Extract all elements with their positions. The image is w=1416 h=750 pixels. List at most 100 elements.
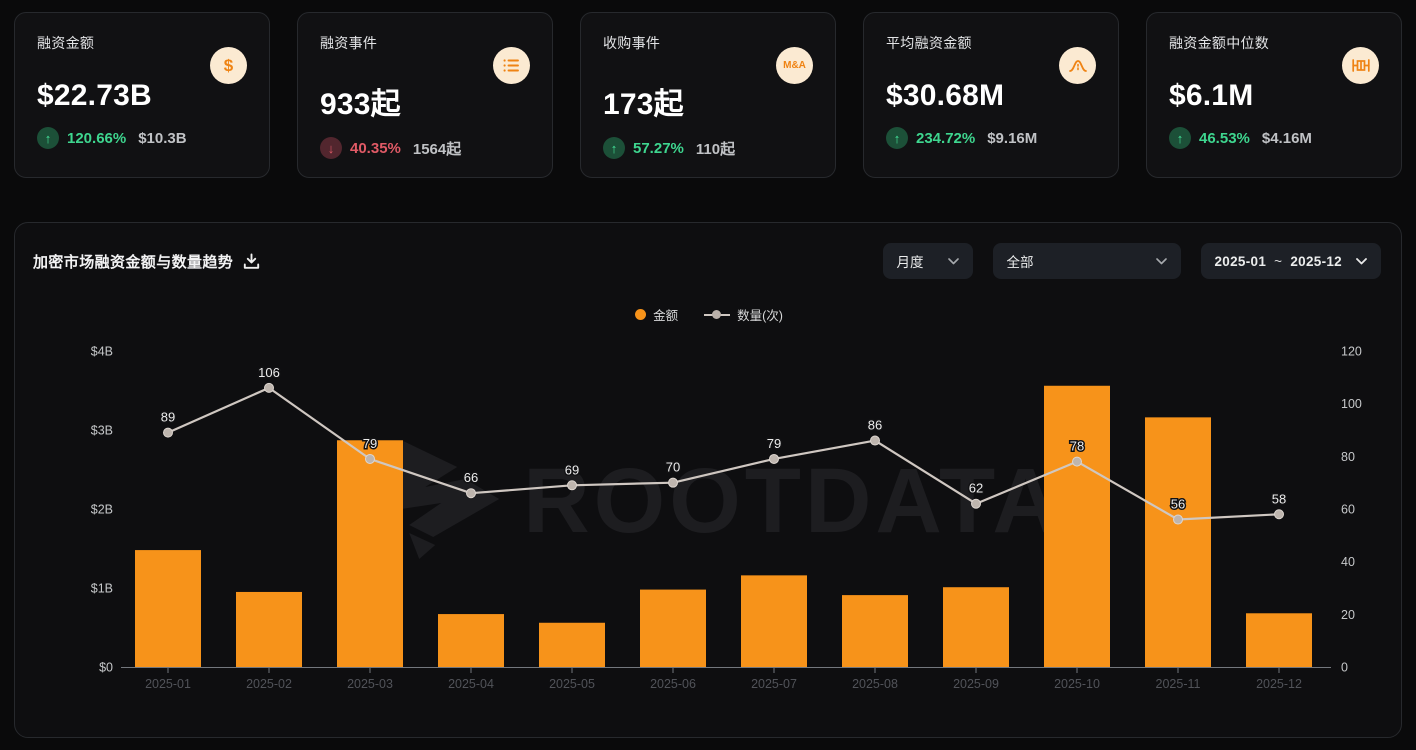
chart-legend: 金额 数量(次) — [15, 305, 1403, 324]
svg-text:2025-06: 2025-06 — [650, 677, 696, 691]
up-arrow-icon: ↑ — [37, 127, 59, 149]
stat-card-funding-amount: 融资金额 $ $22.73B ↑ 120.66% $10.3B — [14, 12, 270, 178]
chevron-down-icon — [1156, 258, 1167, 265]
svg-text:2025-05: 2025-05 — [549, 677, 595, 691]
stat-title: 收购事件 — [603, 33, 813, 53]
stat-card-funding-events: 融资事件 933起 ↓ 40.35% 1564起 — [297, 12, 553, 178]
stat-change: ↑ 46.53% $4.16M — [1169, 127, 1379, 149]
previous-value: 1564起 — [413, 138, 461, 159]
up-arrow-icon: ↑ — [886, 127, 908, 149]
svg-text:$2B: $2B — [91, 503, 113, 517]
svg-text:2025-08: 2025-08 — [852, 677, 898, 691]
list-icon — [493, 47, 530, 84]
svg-text:100: 100 — [1341, 397, 1362, 411]
chart-title: 加密市场融资金额与数量趋势 — [33, 251, 233, 272]
svg-text:2025-03: 2025-03 — [347, 677, 393, 691]
chart-canvas[interactable]: 2025-01 2025-02 2025-03 2025-04 2025-05 2025-… — [15, 301, 1403, 739]
svg-text:69: 69 — [565, 462, 579, 477]
svg-text:$3B: $3B — [91, 424, 113, 438]
svg-text:106: 106 — [258, 365, 280, 380]
count-legend-line-icon — [704, 309, 730, 320]
svg-text:$0: $0 — [99, 661, 113, 675]
period-select[interactable]: 月度 — [883, 243, 973, 279]
chart-header: 加密市场融资金额与数量趋势 月度 全部 2025-01 ~ 2025-12 — [15, 223, 1401, 279]
stat-title: 平均融资金额 — [886, 33, 1096, 53]
svg-text:2025-04: 2025-04 — [448, 677, 494, 691]
stat-value: $6.1M — [1169, 79, 1379, 113]
svg-text:120: 120 — [1341, 345, 1362, 359]
previous-value: 110起 — [696, 138, 735, 159]
svg-text:78: 78 — [1070, 439, 1084, 454]
stat-title: 融资金额中位数 — [1169, 33, 1379, 53]
svg-text:62: 62 — [969, 481, 983, 496]
svg-text:56: 56 — [1171, 497, 1185, 512]
down-arrow-icon: ↓ — [320, 137, 342, 159]
date-range-separator: ~ — [1274, 254, 1282, 269]
stat-title: 融资金额 — [37, 33, 247, 53]
svg-text:$1B: $1B — [91, 582, 113, 596]
svg-text:70: 70 — [666, 460, 680, 475]
stat-card-median-funding: 融资金额中位数 $6.1M ↑ 46.53% $4.16M — [1146, 12, 1402, 178]
svg-text:58: 58 — [1272, 491, 1286, 506]
change-percent: 46.53% — [1199, 130, 1250, 147]
stat-change: ↑ 234.72% $9.16M — [886, 127, 1096, 149]
svg-text:79: 79 — [363, 436, 377, 451]
chevron-down-icon — [1356, 258, 1367, 265]
legend-item-amount[interactable]: 金额 — [635, 305, 678, 324]
svg-text:86: 86 — [868, 418, 882, 433]
svg-text:79: 79 — [767, 436, 781, 451]
legend-label: 金额 — [653, 305, 678, 324]
change-percent: 120.66% — [67, 130, 126, 147]
category-select[interactable]: 全部 — [993, 243, 1181, 279]
date-range-end: 2025-12 — [1290, 254, 1342, 269]
svg-text:2025-10: 2025-10 — [1054, 677, 1100, 691]
dollar-icon: $ — [210, 47, 247, 84]
svg-text:0: 0 — [1341, 661, 1348, 675]
amount-legend-dot-icon — [635, 309, 646, 320]
change-percent: 234.72% — [916, 130, 975, 147]
svg-text:2025-12: 2025-12 — [1256, 677, 1302, 691]
ma-icon: M&A — [776, 47, 813, 84]
download-button[interactable] — [243, 253, 260, 270]
svg-text:80: 80 — [1341, 450, 1355, 464]
svg-text:2025-01: 2025-01 — [145, 677, 191, 691]
svg-text:66: 66 — [464, 470, 478, 485]
stat-card-average-funding: 平均融资金额 $30.68M ↑ 234.72% $9.16M — [863, 12, 1119, 178]
up-arrow-icon: ↑ — [603, 137, 625, 159]
chart-svg: 2025-01 2025-02 2025-03 2025-04 2025-05 2025-… — [15, 301, 1403, 739]
svg-text:89: 89 — [161, 410, 175, 425]
svg-text:20: 20 — [1341, 608, 1355, 622]
previous-value: $4.16M — [1262, 130, 1312, 147]
stat-value: $30.68M — [886, 79, 1096, 113]
stat-card-acquisition-events: 收购事件 M&A 173起 ↑ 57.27% 110起 — [580, 12, 836, 178]
svg-text:2025-09: 2025-09 — [953, 677, 999, 691]
stat-change: ↑ 57.27% 110起 — [603, 137, 813, 159]
svg-text:40: 40 — [1341, 555, 1355, 569]
period-select-value: 月度 — [897, 251, 924, 271]
stat-value: 173起 — [603, 79, 813, 123]
download-icon — [243, 253, 260, 270]
change-percent: 57.27% — [633, 140, 684, 157]
previous-value: $10.3B — [138, 130, 186, 147]
svg-text:60: 60 — [1341, 503, 1355, 517]
median-icon — [1342, 47, 1379, 84]
svg-text:$4B: $4B — [91, 345, 113, 359]
svg-text:2025-11: 2025-11 — [1156, 677, 1201, 691]
up-arrow-icon: ↑ — [1169, 127, 1191, 149]
date-range-start: 2025-01 — [1215, 254, 1267, 269]
legend-item-count[interactable]: 数量(次) — [704, 305, 783, 324]
stat-title: 融资事件 — [320, 33, 530, 53]
curve-icon — [1059, 47, 1096, 84]
legend-label: 数量(次) — [737, 305, 783, 324]
stat-change: ↓ 40.35% 1564起 — [320, 137, 530, 159]
dashboard-page: 融资金额 $ $22.73B ↑ 120.66% $10.3B 融资事件 933… — [0, 0, 1416, 750]
date-range-picker[interactable]: 2025-01 ~ 2025-12 — [1201, 243, 1382, 279]
stat-change: ↑ 120.66% $10.3B — [37, 127, 247, 149]
svg-text:2025-07: 2025-07 — [751, 677, 797, 691]
chevron-down-icon — [948, 258, 959, 265]
stat-value: 933起 — [320, 79, 530, 123]
trend-chart-panel: 加密市场融资金额与数量趋势 月度 全部 2025-01 ~ 2025-12 — [14, 222, 1402, 738]
previous-value: $9.16M — [987, 130, 1037, 147]
chart-body: 金额 数量(次) ROOTDATA 2025-012025-022025-032… — [15, 301, 1403, 739]
svg-text:2025-02: 2025-02 — [246, 677, 292, 691]
